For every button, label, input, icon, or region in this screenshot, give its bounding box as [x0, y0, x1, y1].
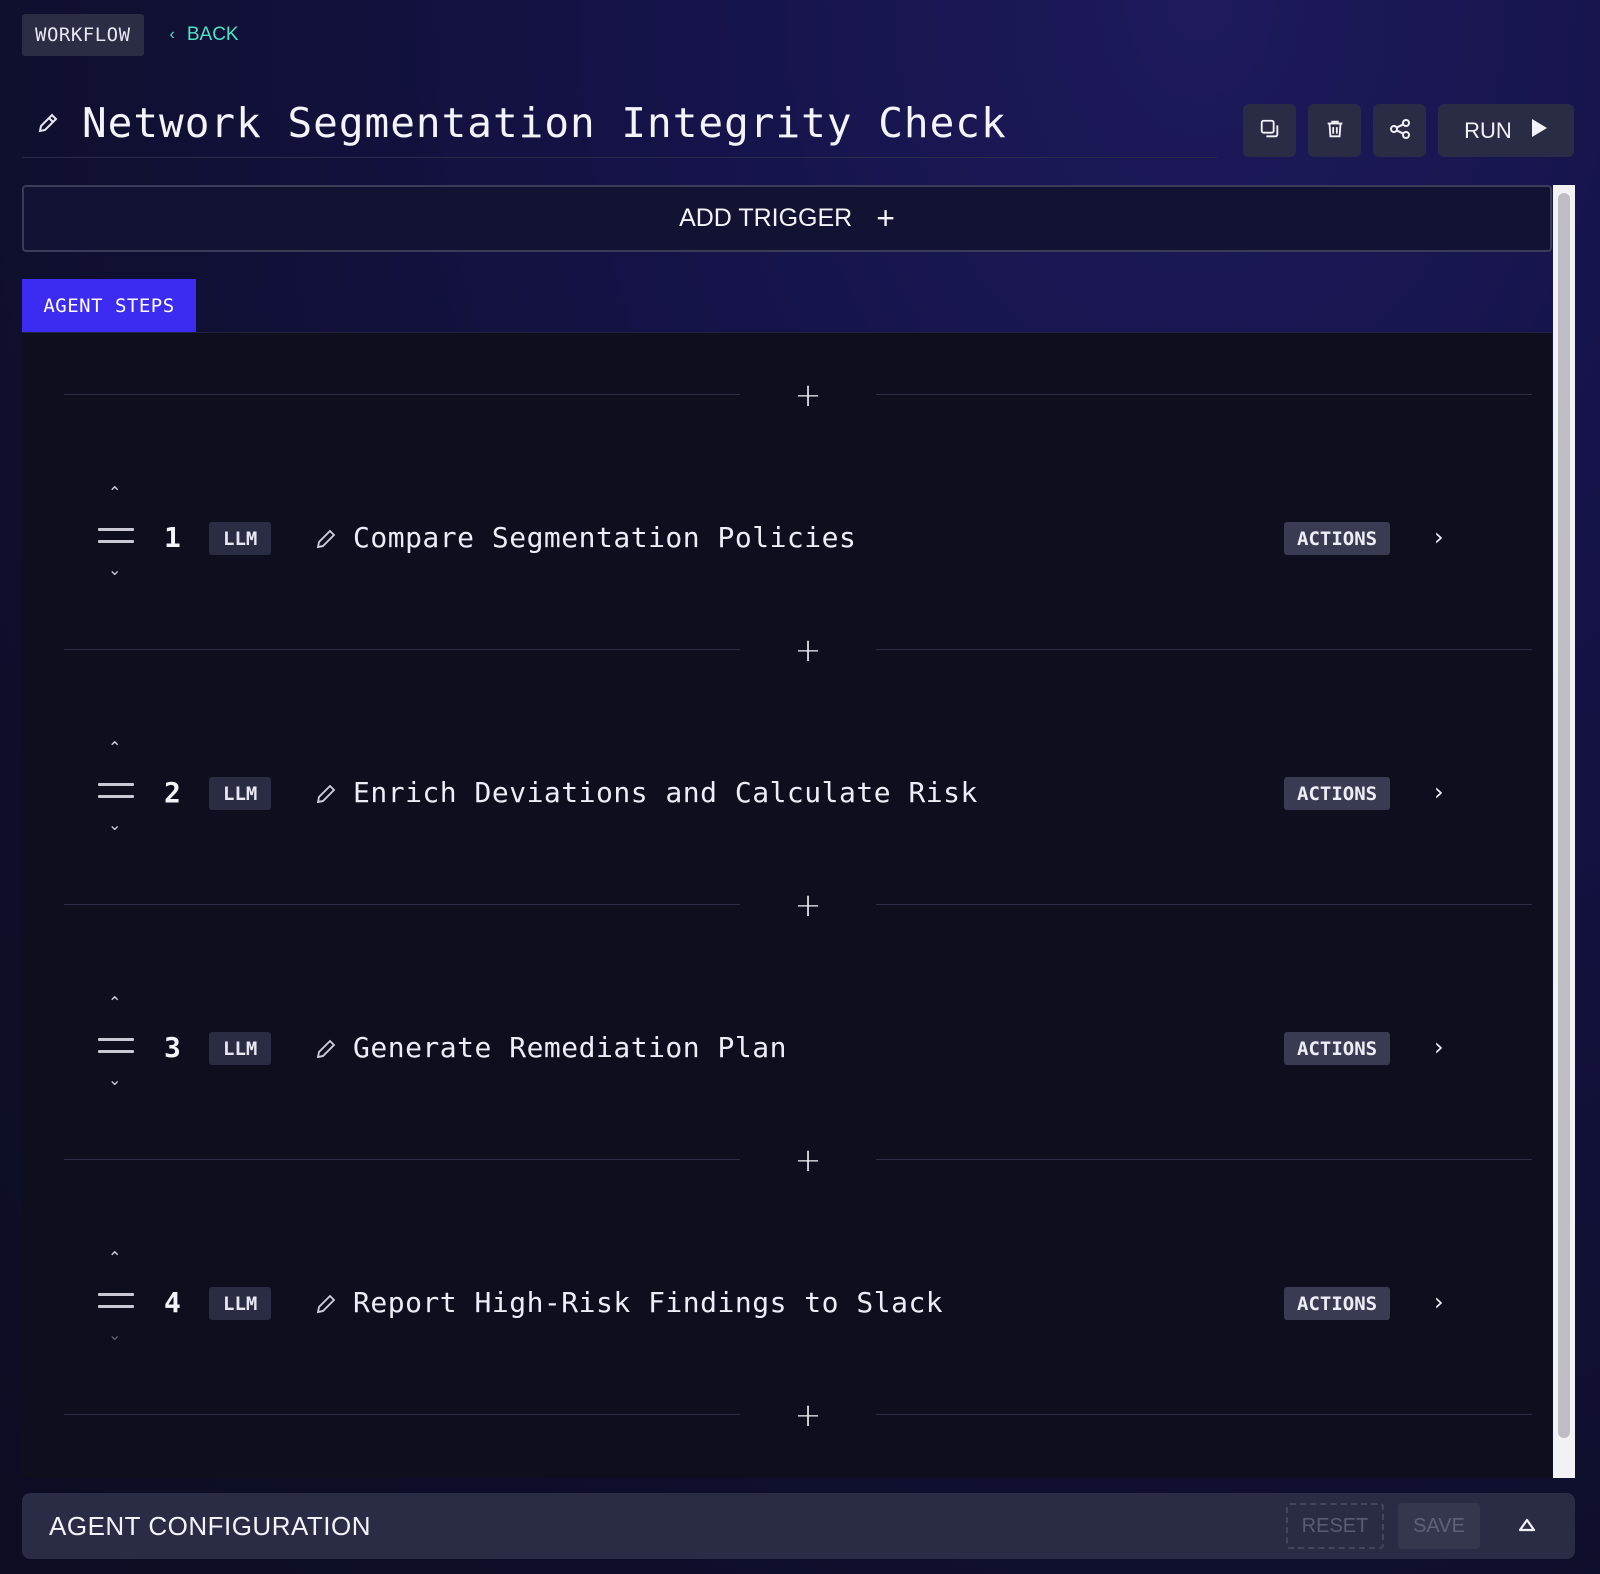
step-number: 1 — [164, 521, 181, 554]
insert-step-divider: + — [64, 375, 1532, 415]
edit-title-icon[interactable] — [36, 108, 66, 138]
actions-button[interactable]: ACTIONS — [1284, 1287, 1391, 1320]
title-row: Network Segmentation Integrity Check — [22, 88, 1217, 158]
drag-handle-icon[interactable] — [98, 1038, 134, 1056]
step-row: ⌃ ⌄ 3 LLM Generate Remediation Plan ACTI… — [22, 993, 1532, 1103]
share-button[interactable] — [1373, 104, 1426, 157]
step-type-badge: LLM — [209, 1032, 272, 1065]
chevron-down-icon: ⌄ — [108, 1325, 122, 1344]
chevron-down-icon[interactable]: ⌄ — [108, 815, 121, 834]
run-label: RUN — [1464, 117, 1512, 143]
insert-step-divider: + — [64, 630, 1532, 670]
config-title: AGENT CONFIGURATION — [49, 1510, 371, 1541]
edit-step-icon[interactable] — [314, 782, 338, 806]
collapse-toggle[interactable] — [1512, 1511, 1542, 1541]
drag-handle-icon[interactable] — [98, 528, 134, 546]
plus-icon: + — [876, 200, 895, 236]
edit-step-icon[interactable] — [314, 1292, 338, 1316]
add-step-button[interactable]: + — [776, 885, 840, 925]
chevron-down-icon[interactable]: ⌄ — [108, 1070, 121, 1089]
chevron-right-icon[interactable]: › — [1434, 523, 1458, 553]
edit-step-icon[interactable] — [314, 527, 338, 551]
run-button[interactable]: RUN — [1438, 104, 1574, 157]
breadcrumb: WORKFLOW ‹ BACK — [22, 14, 239, 56]
chevron-up-icon — [1518, 1517, 1536, 1536]
delete-button[interactable] — [1308, 104, 1361, 157]
play-icon — [1530, 118, 1548, 144]
chevron-up-icon[interactable]: ⌃ — [108, 993, 121, 1012]
chevron-right-icon[interactable]: › — [1434, 1288, 1458, 1318]
step-type-badge: LLM — [209, 777, 272, 810]
agent-configuration-bar: AGENT CONFIGURATION RESET SAVE — [22, 1493, 1575, 1559]
chevron-up-icon[interactable]: ⌃ — [108, 738, 121, 757]
add-step-button[interactable]: + — [776, 1140, 840, 1180]
step-number: 4 — [164, 1286, 181, 1319]
duplicate-icon — [1259, 118, 1281, 144]
add-step-button[interactable]: + — [776, 1395, 840, 1435]
add-trigger-label: ADD TRIGGER — [679, 204, 853, 232]
reorder-controls: ⌃ ⌄ — [98, 483, 136, 593]
chevron-up-icon[interactable]: ⌃ — [108, 483, 121, 502]
save-button[interactable]: SAVE — [1398, 1503, 1480, 1549]
scrollbar-thumb[interactable] — [1558, 193, 1570, 1438]
agent-steps-panel: + ⌃ ⌄ 1 LLM Compare Segmentation Policie… — [22, 332, 1552, 1478]
chevron-up-icon[interactable]: ⌃ — [108, 1248, 121, 1267]
chevron-right-icon[interactable]: › — [1434, 1033, 1458, 1063]
step-row: ⌃ ⌄ 2 LLM Enrich Deviations and Calculat… — [22, 738, 1532, 848]
insert-step-divider: + — [64, 1395, 1532, 1435]
add-step-button[interactable]: + — [776, 375, 840, 415]
step-number: 3 — [164, 1031, 181, 1064]
section-tag: WORKFLOW — [22, 14, 144, 56]
step-row: ⌃ ⌄ 4 LLM Report High-Risk Findings to S… — [22, 1248, 1532, 1358]
reorder-controls: ⌃ ⌄ — [98, 738, 136, 848]
edit-step-icon[interactable] — [314, 1037, 338, 1061]
share-icon — [1388, 117, 1412, 145]
workflow-editor: WORKFLOW ‹ BACK Network Segmentation Int… — [0, 0, 1600, 1574]
step-name[interactable]: Report High-Risk Findings to Slack — [353, 1286, 943, 1319]
chevron-right-icon[interactable]: › — [1434, 778, 1458, 808]
back-link[interactable]: ‹ BACK — [170, 24, 239, 46]
scrollbar[interactable] — [1553, 185, 1575, 1478]
insert-step-divider: + — [64, 885, 1532, 925]
add-trigger-button[interactable]: ADD TRIGGER + — [22, 185, 1552, 252]
step-row: ⌃ ⌄ 1 LLM Compare Segmentation Policies … — [22, 483, 1532, 593]
add-step-button[interactable]: + — [776, 630, 840, 670]
insert-step-divider: + — [64, 1140, 1532, 1180]
drag-handle-icon[interactable] — [98, 1293, 134, 1311]
reset-button[interactable]: RESET — [1286, 1503, 1384, 1549]
actions-button[interactable]: ACTIONS — [1284, 522, 1391, 555]
chevron-down-icon[interactable]: ⌄ — [108, 560, 121, 579]
back-label: BACK — [186, 24, 239, 45]
chevron-left-icon: ‹ — [169, 26, 175, 43]
drag-handle-icon[interactable] — [98, 783, 134, 801]
actions-button[interactable]: ACTIONS — [1284, 777, 1391, 810]
reorder-controls: ⌃ ⌄ — [98, 1248, 136, 1358]
step-name[interactable]: Enrich Deviations and Calculate Risk — [353, 776, 978, 809]
duplicate-button[interactable] — [1243, 104, 1296, 157]
step-number: 2 — [164, 776, 181, 809]
step-type-badge: LLM — [209, 522, 272, 555]
step-type-badge: LLM — [209, 1287, 272, 1320]
page-title[interactable]: Network Segmentation Integrity Check — [82, 99, 1007, 147]
actions-button[interactable]: ACTIONS — [1284, 1032, 1391, 1065]
toolbar: RUN — [1243, 104, 1574, 157]
reorder-controls: ⌃ ⌄ — [98, 993, 136, 1103]
step-name[interactable]: Compare Segmentation Policies — [353, 521, 856, 554]
trash-icon — [1324, 118, 1346, 144]
tab-agent-steps[interactable]: AGENT STEPS — [22, 279, 196, 332]
step-name[interactable]: Generate Remediation Plan — [353, 1031, 787, 1064]
